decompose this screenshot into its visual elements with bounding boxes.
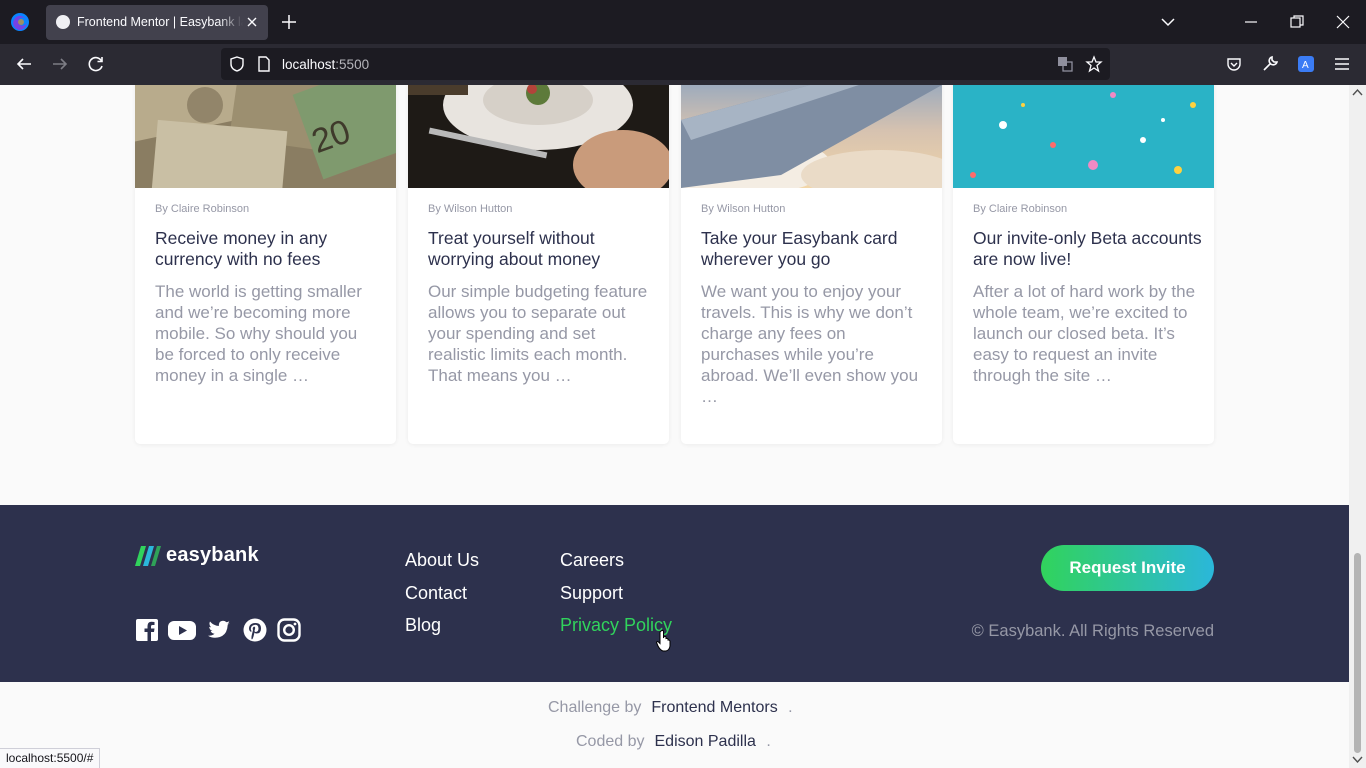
logo-mark-icon: [135, 546, 161, 566]
scroll-up-arrow-icon[interactable]: [1352, 88, 1363, 97]
article-excerpt: Our simple budgeting feature allows you …: [428, 282, 648, 385]
footer-link-careers[interactable]: Careers: [560, 550, 624, 571]
challenge-attribution: Challenge by Frontend Mentors .: [548, 699, 793, 717]
forward-icon[interactable]: [51, 55, 69, 73]
easybank-logo[interactable]: easybank: [135, 544, 285, 568]
hamburger-menu-icon[interactable]: [1333, 55, 1351, 73]
author-link[interactable]: Edison Padilla: [655, 733, 756, 750]
article-image-plane: [681, 85, 942, 188]
firefox-icon[interactable]: [10, 12, 30, 32]
pocket-icon[interactable]: [1225, 55, 1243, 73]
coded-by-label: Coded by: [576, 733, 645, 750]
article-author: By Claire Robinson: [973, 203, 1068, 215]
page-viewport: 20 By Claire Robinson Receive money in a…: [0, 85, 1349, 768]
frontend-mentor-link[interactable]: Frontend Mentors: [651, 699, 777, 716]
close-tab-icon[interactable]: [245, 15, 259, 29]
page-info-icon[interactable]: [255, 55, 273, 73]
bookmark-star-icon[interactable]: [1085, 55, 1103, 73]
footer-link-support[interactable]: Support: [560, 583, 623, 604]
new-tab-icon[interactable]: [280, 13, 298, 31]
browser-tab-active[interactable]: Frontend Mentor | Easybank landing page: [46, 5, 268, 40]
article-title[interactable]: Take your Easybank card wherever you go: [701, 228, 931, 270]
site-footer: easybank About Us Contact Blog Careers S…: [0, 505, 1349, 682]
pinterest-icon[interactable]: [243, 618, 267, 642]
article-author: By Wilson Hutton: [428, 203, 513, 215]
developer-tools-wrench-icon[interactable]: [1261, 55, 1279, 73]
instagram-icon[interactable]: [277, 618, 301, 642]
article-author: By Wilson Hutton: [701, 203, 786, 215]
coder-attribution: Coded by Edison Padilla .: [576, 733, 771, 751]
article-card[interactable]: By Wilson Hutton Treat yourself without …: [408, 85, 669, 444]
article-card[interactable]: 20 By Claire Robinson Receive money in a…: [135, 85, 396, 444]
article-title[interactable]: Treat yourself without worrying about mo…: [428, 228, 658, 270]
copyright-text: © Easybank. All Rights Reserved: [971, 622, 1214, 640]
article-author: By Claire Robinson: [155, 203, 250, 215]
article-card[interactable]: By Wilson Hutton Take your Easybank card…: [681, 85, 942, 444]
minimize-icon[interactable]: [1242, 13, 1260, 31]
link-status-url: localhost:5500/#: [0, 748, 101, 768]
logo-text: easybank: [166, 544, 259, 566]
article-title[interactable]: Receive money in any currency with no fe…: [155, 228, 385, 270]
browser-toolbar: localhost:5500 A: [0, 44, 1366, 85]
tracking-protection-shield-icon[interactable]: [228, 55, 246, 73]
youtube-icon[interactable]: [168, 618, 196, 642]
translate-extension-icon[interactable]: A: [1297, 55, 1315, 73]
challenge-label: Challenge by: [548, 699, 642, 716]
footer-link-blog[interactable]: Blog: [405, 615, 441, 636]
request-invite-button[interactable]: Request Invite: [1041, 545, 1214, 591]
close-window-icon[interactable]: [1334, 13, 1352, 31]
facebook-icon[interactable]: [135, 618, 159, 642]
back-icon[interactable]: [15, 55, 33, 73]
translate-icon[interactable]: [1056, 55, 1074, 73]
footer-link-about-us[interactable]: About Us: [405, 550, 479, 571]
restore-icon[interactable]: [1288, 13, 1306, 31]
scroll-down-arrow-icon[interactable]: [1352, 755, 1363, 764]
twitter-icon[interactable]: [207, 618, 231, 642]
reload-icon[interactable]: [87, 55, 105, 73]
list-all-tabs-icon[interactable]: [1159, 13, 1177, 31]
address-bar[interactable]: localhost:5500: [221, 48, 1110, 80]
article-card[interactable]: By Claire Robinson Our invite-only Beta …: [953, 85, 1214, 444]
attribution-period: .: [766, 733, 771, 750]
svg-text:A: A: [1302, 60, 1309, 71]
article-title[interactable]: Our invite-only Beta accounts are now li…: [973, 228, 1203, 270]
scrollbar-thumb[interactable]: [1354, 553, 1361, 753]
hand-pointer-cursor-icon: [656, 630, 671, 652]
article-image-confetti: [953, 85, 1214, 188]
article-excerpt: After a lot of hard work by the whole te…: [973, 282, 1196, 385]
footer-link-contact[interactable]: Contact: [405, 583, 467, 604]
page-favicon-icon: [56, 15, 70, 29]
article-excerpt: We want you to enjoy your travels. This …: [701, 282, 919, 406]
article-image-currency: 20: [135, 85, 396, 188]
article-excerpt: The world is getting smaller and we’re b…: [155, 282, 362, 385]
tab-title: Frontend Mentor | Easybank landing page: [77, 15, 243, 29]
url-text[interactable]: localhost:5500: [282, 57, 369, 72]
vertical-scrollbar[interactable]: [1349, 85, 1366, 768]
attribution-period: .: [788, 699, 793, 716]
article-image-restaurant: [408, 85, 669, 188]
browser-tab-bar: Frontend Mentor | Easybank landing page: [0, 0, 1366, 44]
